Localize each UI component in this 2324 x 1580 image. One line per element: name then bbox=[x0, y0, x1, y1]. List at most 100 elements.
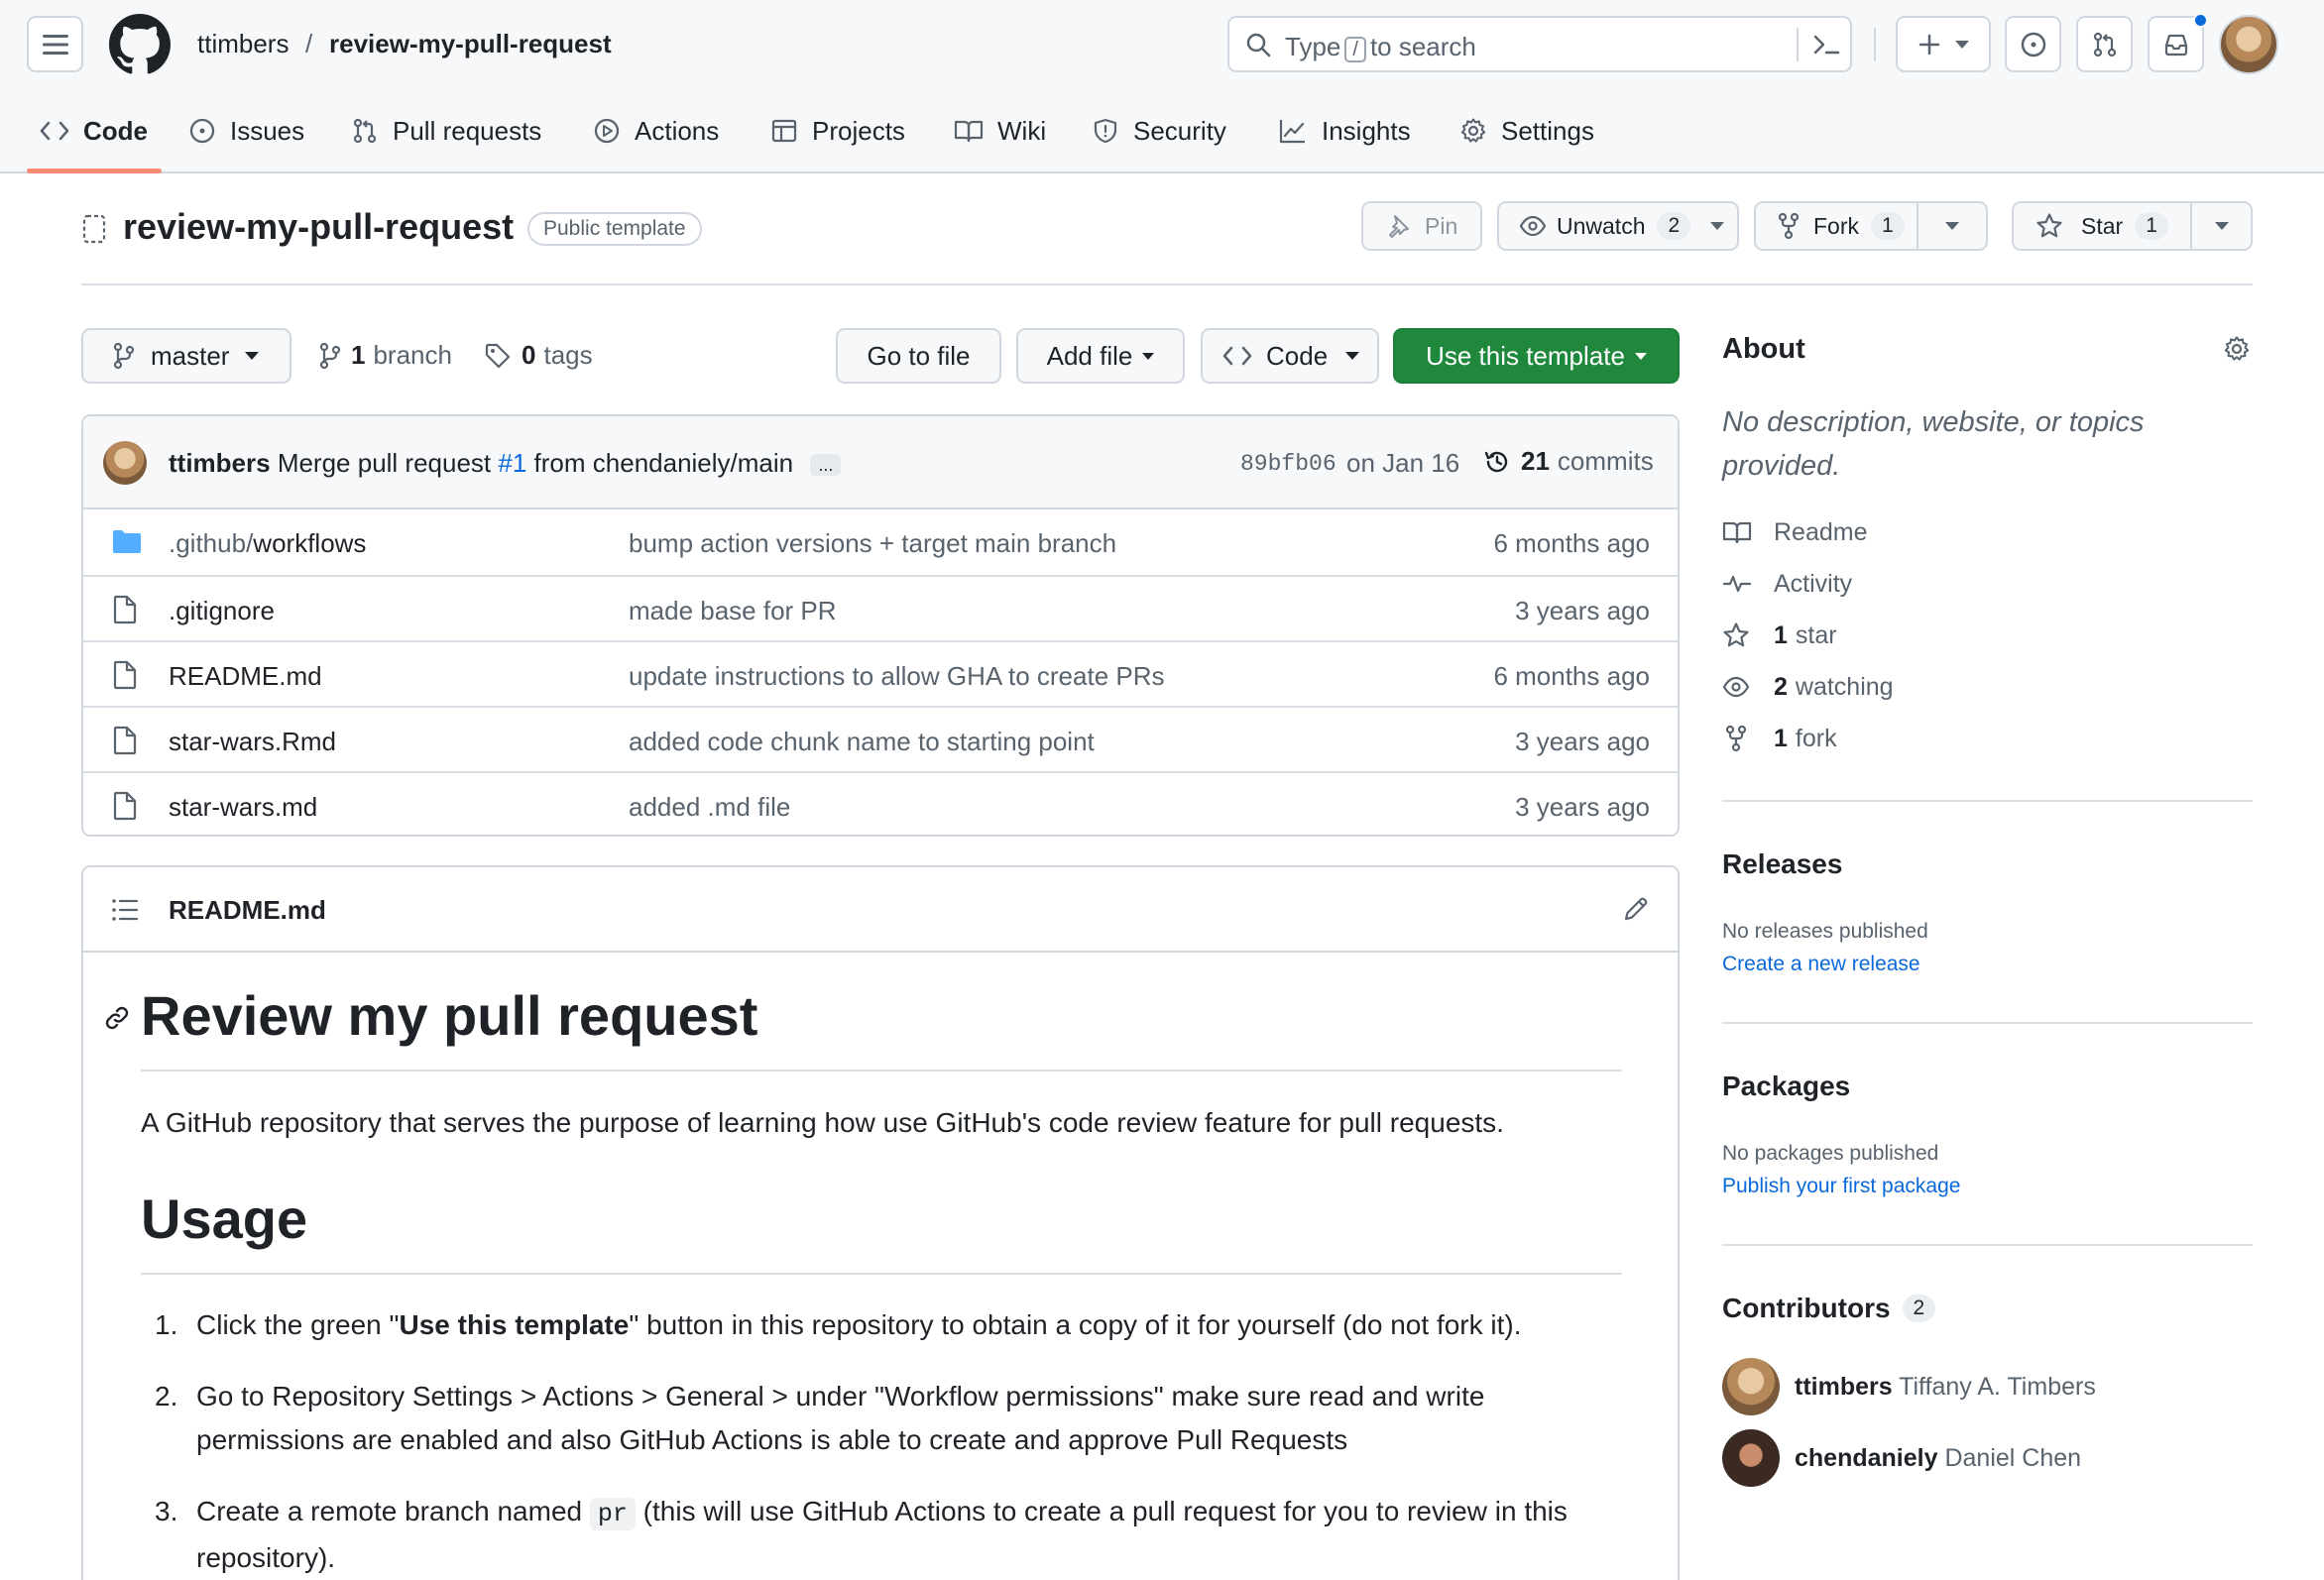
file-commit-message[interactable]: bump action versions + target main branc… bbox=[629, 528, 1116, 559]
tab-actions[interactable]: Actions bbox=[593, 111, 719, 151]
commit-pr-link[interactable]: #1 bbox=[498, 448, 526, 478]
github-logo-icon[interactable] bbox=[109, 14, 171, 75]
file-name[interactable]: star-wars.md bbox=[169, 792, 317, 823]
create-release-link[interactable]: Create a new release bbox=[1722, 953, 1920, 976]
pencil-icon[interactable] bbox=[1622, 895, 1650, 923]
activity-link[interactable]: Activity bbox=[1722, 567, 1852, 601]
star-button-group: Star 1 bbox=[2012, 201, 2253, 251]
tags-link[interactable]: 0 tags bbox=[484, 340, 593, 371]
graph-icon bbox=[1279, 120, 1305, 144]
user-avatar[interactable] bbox=[2219, 15, 2278, 74]
activity-link-label: Activity bbox=[1774, 569, 1853, 598]
tab-code[interactable]: Code bbox=[40, 111, 148, 151]
file-row[interactable]: README.md update instructions to allow G… bbox=[83, 640, 1678, 706]
publish-package-link[interactable]: Publish your first package bbox=[1722, 1175, 1960, 1198]
tab-insights-label: Insights bbox=[1322, 115, 1411, 146]
star-button[interactable]: Star 1 bbox=[2014, 203, 2192, 249]
tab-security[interactable]: Security bbox=[1092, 111, 1226, 151]
tab-settings[interactable]: Settings bbox=[1459, 111, 1594, 151]
file-commit-message[interactable]: added code chunk name to starting point bbox=[629, 727, 1095, 757]
file-name[interactable]: star-wars.Rmd bbox=[169, 727, 336, 757]
list-unordered-icon[interactable] bbox=[111, 897, 139, 923]
list-item: 2. Go to Repository Settings > Actions >… bbox=[155, 1375, 1582, 1462]
branches-label: branch bbox=[373, 340, 452, 370]
file-row[interactable]: star-wars.Rmd added code chunk name to s… bbox=[83, 706, 1678, 771]
branches-link[interactable]: 1 branch bbox=[319, 340, 452, 371]
menu-button[interactable] bbox=[27, 16, 83, 72]
contributor-login: chendaniely bbox=[1795, 1444, 1938, 1472]
search-input[interactable]: Type / to search bbox=[1227, 16, 1852, 72]
contributor-avatar[interactable] bbox=[1722, 1429, 1780, 1487]
watchers-link[interactable]: 2 watching bbox=[1722, 670, 1894, 704]
breadcrumb-repo[interactable]: review-my-pull-request bbox=[329, 29, 612, 59]
star-icon bbox=[1723, 622, 1749, 647]
add-file-button[interactable]: Add file bbox=[1016, 328, 1185, 384]
file-row[interactable]: .gitignore made base for PR 3 years ago bbox=[83, 575, 1678, 640]
star-icon bbox=[2036, 213, 2062, 238]
stars-link[interactable]: 1 star bbox=[1722, 619, 1837, 652]
commit-date: on Jan 16 bbox=[1346, 448, 1460, 478]
heading-rule bbox=[141, 1273, 1622, 1275]
file-name[interactable]: README.md bbox=[169, 661, 322, 692]
file-icon bbox=[113, 726, 137, 755]
breadcrumb-owner[interactable]: ttimbers bbox=[197, 29, 289, 59]
file-age: 6 months ago bbox=[1493, 661, 1650, 691]
commit-author-avatar[interactable] bbox=[103, 441, 147, 485]
use-template-button[interactable]: Use this template bbox=[1393, 328, 1680, 384]
git-pull-request-icon bbox=[353, 118, 377, 144]
tab-pull-requests[interactable]: Pull requests bbox=[351, 111, 541, 151]
contributor-avatar[interactable] bbox=[1722, 1358, 1780, 1415]
commit-author[interactable]: ttimbers bbox=[169, 448, 271, 478]
caret-down-icon bbox=[1710, 222, 1725, 230]
list-text: Create a remote branch named pr (this wi… bbox=[196, 1496, 1568, 1573]
branch-selector[interactable]: master bbox=[81, 328, 291, 384]
commits-history-link[interactable]: 21 commits bbox=[1483, 446, 1654, 477]
code-dropdown-button[interactable]: Code bbox=[1201, 328, 1379, 384]
list-text: Go to Repository Settings > Actions > Ge… bbox=[196, 1381, 1485, 1455]
link-icon[interactable] bbox=[103, 1004, 131, 1032]
contributor-item[interactable]: ttimbers Tiffany A. Timbers bbox=[1795, 1373, 2096, 1402]
tab-insights[interactable]: Insights bbox=[1278, 111, 1411, 151]
file-commit-message[interactable]: update instructions to allow GHA to crea… bbox=[629, 661, 1165, 692]
readme-link[interactable]: Readme bbox=[1722, 515, 1868, 549]
file-commit-message[interactable]: added .md file bbox=[629, 792, 790, 823]
file-name[interactable]: .github/workflows bbox=[169, 528, 366, 559]
releases-heading[interactable]: Releases bbox=[1722, 848, 1842, 880]
repo-name[interactable]: review-my-pull-request bbox=[123, 206, 514, 248]
fork-label: Fork bbox=[1813, 212, 1859, 239]
contributors-heading[interactable]: Contributors 2 bbox=[1722, 1293, 1936, 1324]
file-commit-message[interactable]: made base for PR bbox=[629, 596, 837, 626]
star-dropdown-button[interactable] bbox=[2192, 203, 2251, 249]
file-name[interactable]: .gitignore bbox=[169, 596, 275, 626]
tab-wiki[interactable]: Wiki bbox=[954, 111, 1046, 151]
fork-dropdown-button[interactable] bbox=[1918, 203, 1986, 249]
go-to-file-button[interactable]: Go to file bbox=[836, 328, 1001, 384]
forks-link[interactable]: 1 fork bbox=[1722, 722, 1837, 755]
commit-sha[interactable]: 89bfb06 bbox=[1240, 451, 1336, 477]
star-label: Star bbox=[2081, 212, 2124, 239]
commit-expand-button[interactable]: ... bbox=[810, 454, 842, 477]
create-new-button[interactable] bbox=[1896, 16, 1991, 72]
packages-heading[interactable]: Packages bbox=[1722, 1071, 1850, 1102]
file-row[interactable]: star-wars.md added .md file 3 years ago bbox=[83, 771, 1678, 835]
tab-projects[interactable]: Projects bbox=[770, 111, 905, 151]
no-releases-text: No releases published bbox=[1722, 920, 1928, 943]
file-row[interactable]: .github/workflows bump action versions +… bbox=[83, 509, 1678, 575]
git-branch-icon bbox=[319, 342, 341, 369]
star-count: 1 bbox=[2135, 212, 2168, 240]
fork-button[interactable]: Fork 1 bbox=[1756, 203, 1918, 249]
gear-icon[interactable] bbox=[2223, 335, 2251, 363]
use-template-label: Use this template bbox=[1426, 340, 1625, 371]
eye-icon bbox=[1519, 215, 1547, 237]
pin-button[interactable]: Pin bbox=[1361, 201, 1482, 251]
tab-issues[interactable]: Issues bbox=[188, 111, 304, 151]
pull-requests-button[interactable] bbox=[2076, 16, 2133, 72]
unwatch-button[interactable]: Unwatch 2 bbox=[1497, 201, 1739, 251]
watching-label: watching bbox=[1795, 672, 1894, 701]
command-palette-icon[interactable] bbox=[1812, 32, 1840, 57]
readme-filename[interactable]: README.md bbox=[169, 895, 326, 926]
file-age: 3 years ago bbox=[1515, 596, 1650, 625]
contributor-item[interactable]: chendaniely Daniel Chen bbox=[1795, 1444, 2081, 1473]
issues-button[interactable] bbox=[2005, 16, 2061, 72]
no-packages-text: No packages published bbox=[1722, 1142, 1939, 1165]
